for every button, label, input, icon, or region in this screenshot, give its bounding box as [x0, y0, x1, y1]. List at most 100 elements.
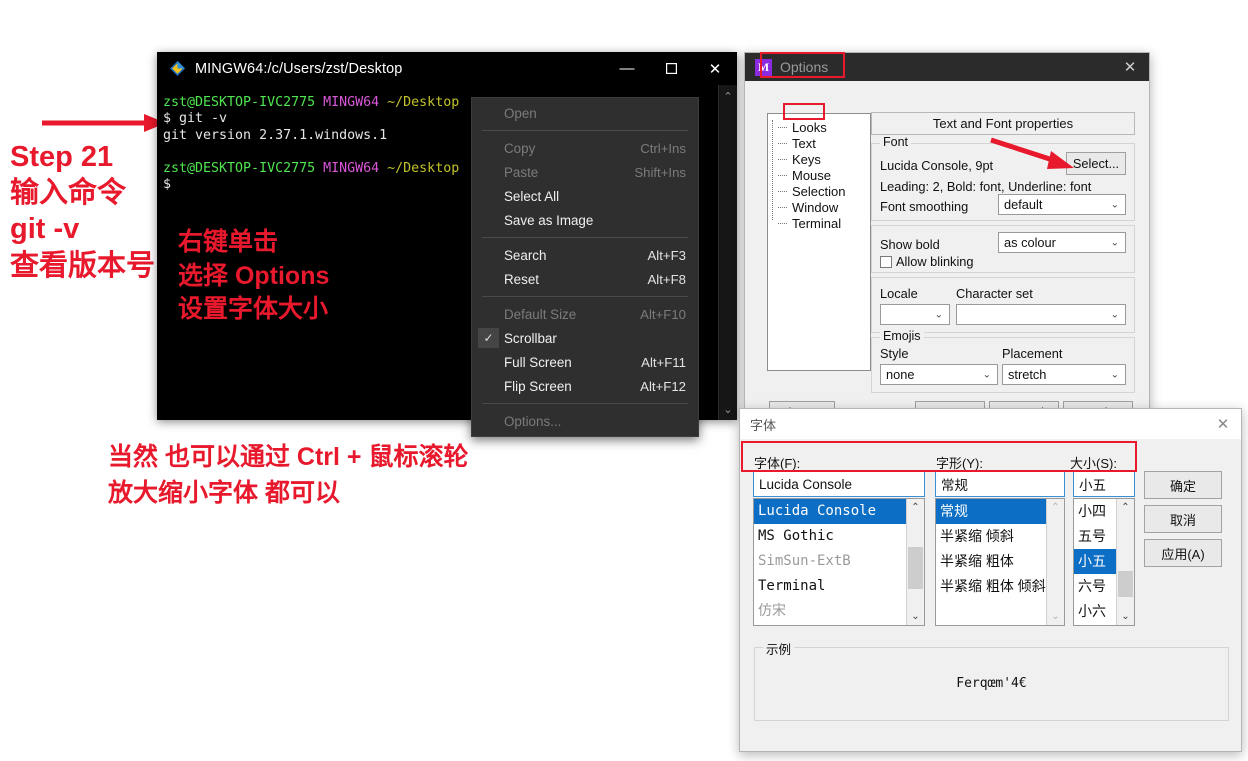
terminal-text-run: ~/Desktop [387, 95, 460, 110]
list-item[interactable]: 半紧缩 倾斜 [936, 524, 1047, 549]
font-smoothing-select[interactable]: default ⌄ [998, 194, 1126, 215]
menu-separator [482, 403, 688, 404]
list-item[interactable]: 半紧缩 粗体 倾斜 [936, 574, 1047, 599]
font-dialog-titlebar[interactable]: 字体 ✕ [740, 409, 1241, 439]
terminal-scrollbar[interactable]: ⌃ ⌄ [718, 85, 737, 420]
menu-item-accelerator: Alt+F10 [640, 306, 686, 322]
options-page-header: Text and Font properties [871, 112, 1135, 135]
menu-item-search[interactable]: Search Alt+F3 [472, 243, 698, 267]
emoji-style-select[interactable]: none ⌄ [880, 364, 998, 385]
terminal-line: zst@DESKTOP-IVC2775 MINGW64 ~/Desktop [163, 161, 459, 177]
list-item[interactable]: 小五 [1074, 549, 1117, 574]
emoji-placement-select[interactable]: stretch ⌄ [1002, 364, 1126, 385]
list-item[interactable]: 半紧缩 粗体 [936, 549, 1047, 574]
tree-item-looks[interactable]: Looks [774, 120, 870, 136]
terminal-window-controls: — ✕ [605, 52, 737, 85]
menu-item-full-screen[interactable]: Full Screen Alt+F11 [472, 350, 698, 374]
scroll-down-icon[interactable]: ⌄ [907, 608, 924, 625]
show-bold-label: Show bold [880, 237, 940, 252]
annotation-line: 输入命令 [10, 177, 127, 210]
options-close-button[interactable]: ✕ [1119, 57, 1141, 77]
scroll-up-icon[interactable]: ⌃ [1047, 499, 1064, 516]
terminal-context-menu[interactable]: Open Copy Ctrl+Ins Paste Shift+Ins Select All… [471, 97, 699, 437]
tree-trunk-line [772, 120, 773, 220]
tree-item-keys[interactable]: Keys [774, 152, 870, 168]
font-sample-text: Ferqœm'4€ [956, 676, 1027, 691]
scrollbar-thumb[interactable] [908, 547, 923, 589]
check-icon: ✓ [478, 328, 499, 348]
show-bold-select[interactable]: as colour ⌄ [998, 232, 1126, 253]
chevron-down-icon: ⌄ [1110, 199, 1119, 210]
locale-select[interactable]: ⌄ [880, 304, 950, 325]
font-size-list[interactable]: 小四五号小五六号小六七号八号 [1074, 499, 1117, 625]
font-size-scrollbar[interactable]: ⌃ ⌄ [1116, 499, 1134, 625]
font-family-input[interactable]: Lucida Console [753, 471, 925, 497]
font-smoothing-value: default [1004, 197, 1043, 212]
emoji-style-label: Style [880, 346, 909, 361]
list-item[interactable]: 黑体 [754, 624, 907, 625]
tree-item-selection[interactable]: Selection [774, 184, 870, 200]
scrollbar-thumb[interactable] [1118, 571, 1133, 597]
list-item[interactable]: 小四 [1074, 499, 1117, 524]
font-ok-button[interactable]: 确定 [1144, 471, 1222, 499]
list-item[interactable]: 常规 [936, 499, 1047, 524]
scroll-down-icon[interactable]: ⌄ [1117, 608, 1134, 625]
menu-item-label: Reset [504, 271, 539, 287]
menu-item-copy: Copy Ctrl+Ins [472, 136, 698, 160]
font-family-scrollbar[interactable]: ⌃ ⌄ [906, 499, 924, 625]
maximize-button[interactable] [649, 52, 693, 85]
font-style-list[interactable]: 常规 半紧缩 倾斜 半紧缩 粗体 半紧缩 粗体 倾斜 [936, 499, 1047, 599]
options-category-tree[interactable]: Looks Text Keys Mouse Selection Window Termina… [767, 113, 871, 371]
list-item[interactable]: 五号 [1074, 524, 1117, 549]
font-style-listbox[interactable]: 常规 半紧缩 倾斜 半紧缩 粗体 半紧缩 粗体 倾斜 ⌃ ⌄ [935, 498, 1065, 626]
menu-item-reset[interactable]: Reset Alt+F8 [472, 267, 698, 291]
list-item[interactable]: 六号 [1074, 574, 1117, 599]
menu-item-label: Default Size [504, 306, 577, 322]
emojis-group-legend: Emojis [880, 329, 924, 343]
charset-label: Character set [956, 286, 1033, 301]
list-item[interactable]: Terminal [754, 574, 907, 599]
menu-item-flip-screen[interactable]: Flip Screen Alt+F12 [472, 374, 698, 398]
tree-item-mouse[interactable]: Mouse [774, 168, 870, 184]
scroll-down-icon[interactable]: ⌄ [719, 400, 737, 418]
list-item[interactable]: 仿宋 [754, 599, 907, 624]
font-style-scrollbar[interactable]: ⌃ ⌄ [1046, 499, 1064, 625]
menu-item-select-all[interactable]: Select All [472, 184, 698, 208]
menu-item-accelerator: Alt+F8 [647, 271, 686, 287]
terminal-line [163, 144, 459, 160]
tree-item-terminal[interactable]: Terminal [774, 216, 870, 232]
font-dialog-close-button[interactable]: ✕ [1211, 414, 1235, 434]
tree-item-text[interactable]: Text [774, 136, 870, 152]
menu-item-save-as-image[interactable]: Save as Image [472, 208, 698, 232]
annotation-line: Step 21 [10, 141, 114, 173]
menu-item-scrollbar[interactable]: ✓ Scrollbar [472, 326, 698, 350]
menu-item-open: Open [472, 101, 698, 125]
menu-item-label: Scrollbar [504, 330, 557, 346]
close-button[interactable]: ✕ [693, 52, 737, 85]
list-item[interactable]: SimSun-ExtB [754, 549, 907, 574]
terminal-line: $ [163, 177, 459, 193]
menu-item-accelerator: Alt+F3 [647, 247, 686, 263]
list-item[interactable]: 七号 [1074, 624, 1117, 625]
minimize-button[interactable]: — [605, 52, 649, 85]
scroll-up-icon[interactable]: ⌃ [907, 499, 924, 516]
list-item[interactable]: MS Gothic [754, 524, 907, 549]
tree-item-window[interactable]: Window [774, 200, 870, 216]
charset-select[interactable]: ⌄ [956, 304, 1126, 325]
scroll-up-icon[interactable]: ⌃ [1117, 499, 1134, 516]
font-cancel-button[interactable]: 取消 [1144, 505, 1222, 533]
font-style-input[interactable]: 常规 [935, 471, 1065, 497]
list-item[interactable]: 小六 [1074, 599, 1117, 624]
font-apply-button[interactable]: 应用(A) [1144, 539, 1222, 567]
annotation-rightclick-text: 右键单击 选择 Options 设置字体大小 [178, 228, 329, 329]
font-family-list[interactable]: Lucida Console MS Gothic SimSun-ExtB Termin… [754, 499, 907, 625]
font-size-input[interactable]: 小五 [1073, 471, 1135, 497]
scroll-up-icon[interactable]: ⌃ [719, 87, 737, 105]
scroll-down-icon[interactable]: ⌄ [1047, 608, 1064, 625]
list-item[interactable]: Lucida Console [754, 499, 907, 524]
terminal-titlebar[interactable]: MINGW64:/c/Users/zst/Desktop — ✕ [157, 52, 737, 85]
font-size-value: 小五 [1079, 478, 1106, 493]
allow-blinking-checkbox[interactable] [880, 256, 892, 268]
font-size-listbox[interactable]: 小四五号小五六号小六七号八号 ⌃ ⌄ [1073, 498, 1135, 626]
font-family-listbox[interactable]: Lucida Console MS Gothic SimSun-ExtB Termin… [753, 498, 925, 626]
